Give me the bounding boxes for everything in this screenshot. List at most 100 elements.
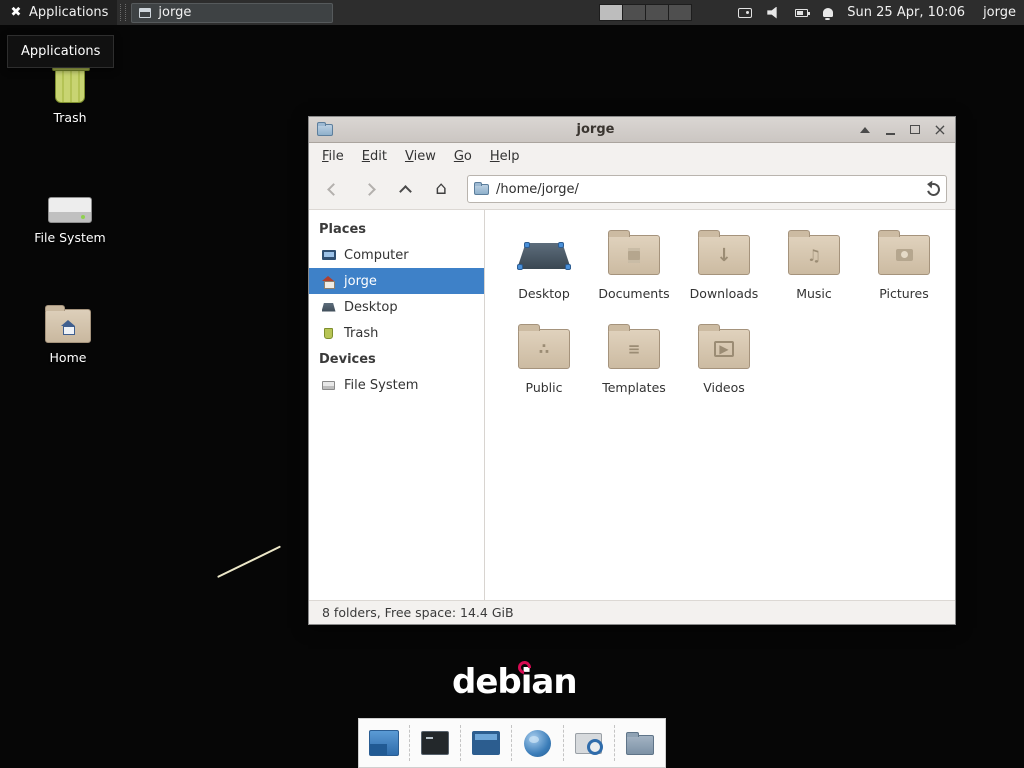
- file-manager-window: jorge × File Edit View Go Help ⌂ /home/j…: [308, 116, 956, 625]
- terminal-launcher[interactable]: [416, 723, 454, 763]
- sidebar-item-label: File System: [344, 378, 418, 393]
- file-item-pictures[interactable]: Pictures: [859, 226, 949, 320]
- sidebar-item-jorge[interactable]: jorge: [309, 268, 484, 294]
- dock: [358, 718, 666, 768]
- volume-icon[interactable]: [767, 7, 780, 19]
- drive-icon: [22, 177, 118, 223]
- clock[interactable]: Sun 25 Apr, 10:06: [847, 5, 965, 20]
- tablet-icon[interactable]: [738, 8, 752, 18]
- maximize-button[interactable]: [908, 123, 922, 137]
- applications-menu-button[interactable]: ✖ Applications: [0, 0, 117, 25]
- menu-help[interactable]: Help: [481, 145, 529, 168]
- forward-button[interactable]: [353, 174, 385, 204]
- folder-icon: ♫: [788, 235, 840, 275]
- workspace-2[interactable]: [623, 5, 645, 20]
- sidebar-item-computer[interactable]: Computer: [309, 242, 484, 268]
- workspace-4[interactable]: [669, 5, 691, 20]
- panel-icon: [472, 731, 500, 755]
- folder-icon: ↓: [698, 235, 750, 275]
- show-desktop-button[interactable]: [365, 723, 403, 763]
- file-item-music[interactable]: ♫ Music: [769, 226, 859, 320]
- workspace-3[interactable]: [646, 5, 668, 20]
- path-bar[interactable]: /home/jorge/: [467, 175, 947, 203]
- browser-launcher[interactable]: [519, 723, 557, 763]
- applications-icon: ✖: [9, 6, 23, 20]
- panel-separator: [120, 4, 126, 21]
- desktop-icon-file-system[interactable]: File System: [22, 177, 118, 245]
- file-item-label: Public: [526, 380, 563, 395]
- stray-line-artifact: [217, 546, 281, 578]
- statusbar-text: 8 folders, Free space: 14.4 GiB: [322, 605, 514, 620]
- path-input[interactable]: /home/jorge/: [496, 182, 927, 197]
- desktop-icon: [321, 303, 336, 312]
- file-manager-icon: [626, 735, 654, 755]
- dock-separator: [460, 725, 461, 761]
- taskbar-item-jorge[interactable]: jorge: [131, 3, 333, 23]
- window-title: jorge: [333, 122, 858, 137]
- user-menu[interactable]: jorge: [983, 5, 1016, 20]
- file-item-downloads[interactable]: ↓ Downloads: [679, 226, 769, 320]
- file-item-label: Documents: [598, 286, 669, 301]
- menu-go[interactable]: Go: [445, 145, 481, 168]
- debian-wordmark: debian: [452, 662, 577, 702]
- desktop-icon-label: Trash: [22, 110, 118, 125]
- desktop-icon-label: File System: [22, 230, 118, 245]
- desktop-icon-home[interactable]: Home: [20, 297, 116, 365]
- battery-icon[interactable]: [795, 9, 808, 17]
- menu-view[interactable]: View: [396, 145, 445, 168]
- sidebar-item-label: jorge: [344, 274, 377, 289]
- home-button[interactable]: ⌂: [425, 174, 457, 204]
- home-folder-icon: [20, 297, 116, 343]
- sidebar-item-desktop[interactable]: Desktop: [309, 294, 484, 320]
- file-item-public[interactable]: ∴ Public: [499, 320, 589, 414]
- minimize-button[interactable]: [883, 123, 897, 137]
- home-icon: ⌂: [435, 180, 446, 198]
- file-item-videos[interactable]: ▶ Videos: [679, 320, 769, 414]
- drive-icon: [321, 381, 336, 390]
- applications-label: Applications: [29, 5, 108, 20]
- workspace-switcher[interactable]: [599, 4, 692, 21]
- file-item-label: Downloads: [690, 286, 759, 301]
- statusbar: 8 folders, Free space: 14.4 GiB: [309, 600, 955, 624]
- menubar: File Edit View Go Help: [309, 143, 955, 169]
- folder-icon: [474, 184, 489, 195]
- sidebar-item-trash[interactable]: Trash: [309, 320, 484, 346]
- shade-button[interactable]: [858, 123, 872, 137]
- dock-separator: [614, 725, 615, 761]
- file-manager-launcher[interactable]: [621, 723, 659, 763]
- file-item-templates[interactable]: ≡ Templates: [589, 320, 679, 414]
- file-list: Desktop Documents ↓ Downloads ♫ Music Pi…: [485, 210, 955, 600]
- dock-separator: [563, 725, 564, 761]
- applications-tooltip: Applications: [7, 35, 114, 68]
- notifications-icon[interactable]: [823, 8, 833, 17]
- file-item-label: Videos: [703, 380, 745, 395]
- folder-icon: [608, 235, 660, 275]
- top-panel: ✖ Applications jorge Sun 25 Apr, 10:06 j…: [0, 0, 1024, 25]
- desktop-icon-label: Home: [20, 350, 116, 365]
- file-item-documents[interactable]: Documents: [589, 226, 679, 320]
- window-icon: [139, 8, 151, 18]
- up-button[interactable]: [389, 174, 421, 204]
- sidebar: Places Computer jorge Desktop Trash Devi…: [309, 210, 485, 600]
- menu-edit[interactable]: Edit: [353, 145, 396, 168]
- debian-logo: debian: [452, 662, 582, 704]
- app-finder-launcher[interactable]: [570, 723, 608, 763]
- workspace-1[interactable]: [600, 5, 622, 20]
- video-emblem-icon: ▶: [714, 341, 733, 357]
- taskbar-item-label: jorge: [158, 5, 191, 20]
- back-button[interactable]: [317, 174, 349, 204]
- places-header: Places: [309, 216, 484, 242]
- menu-file[interactable]: File: [313, 145, 353, 168]
- music-emblem-icon: ♫: [807, 246, 821, 265]
- trash-icon: [321, 328, 336, 339]
- toolbar: ⌂ /home/jorge/: [309, 169, 955, 210]
- dock-separator: [511, 725, 512, 761]
- tooltip-text: Applications: [21, 44, 100, 59]
- sidebar-item-file-system[interactable]: File System: [309, 372, 484, 398]
- file-item-desktop[interactable]: Desktop: [499, 226, 589, 320]
- window-titlebar[interactable]: jorge ×: [309, 117, 955, 143]
- system-tray: [738, 7, 833, 19]
- close-button[interactable]: ×: [933, 123, 947, 137]
- panel-launcher[interactable]: [467, 723, 505, 763]
- reload-icon[interactable]: [925, 180, 943, 198]
